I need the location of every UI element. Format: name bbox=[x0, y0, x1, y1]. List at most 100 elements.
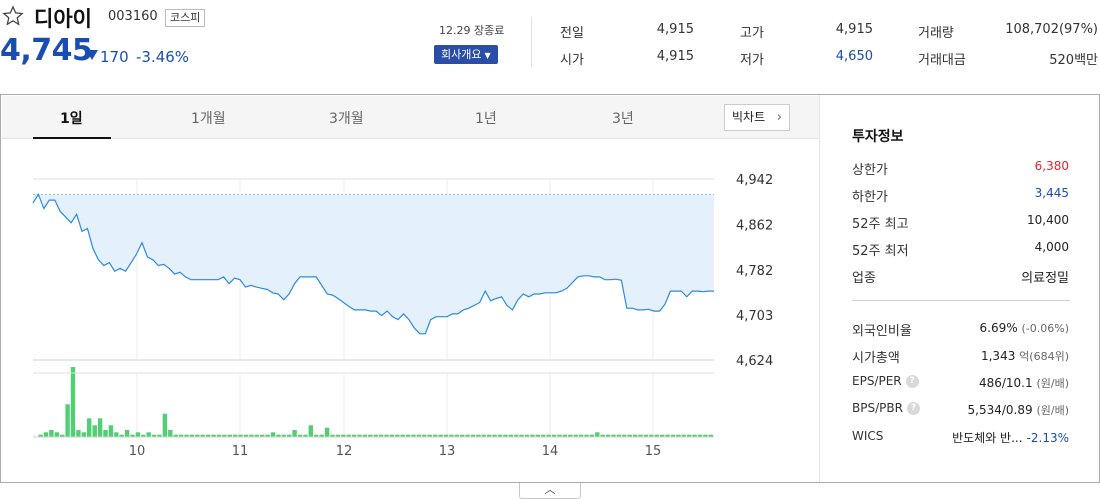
open-label: 시가 bbox=[560, 53, 584, 68]
divider bbox=[531, 17, 532, 67]
tab-3month[interactable]: 3개월 bbox=[329, 108, 364, 128]
star-icon[interactable] bbox=[2, 5, 24, 27]
stock-header: 디아이 003160 코스피 4,745 170 -3.46% 12.29 장종… bbox=[0, 0, 1100, 90]
chevron-up-icon: ︿ bbox=[544, 483, 556, 496]
chevron-right-icon: › bbox=[776, 110, 782, 125]
wics-value: 반도체와 반... -2.13% bbox=[952, 429, 1069, 446]
volume-bar bbox=[65, 404, 70, 437]
y-tick-label: 4,703 bbox=[736, 309, 773, 324]
volume-bar bbox=[162, 413, 168, 437]
foreign-ratio-change: (-0.06%) bbox=[1021, 322, 1070, 335]
foreign-ratio-value: 6.69% (-0.06%) bbox=[980, 321, 1069, 335]
x-tick-label: 15 bbox=[645, 444, 662, 459]
volume-bar bbox=[103, 430, 108, 437]
52w-low-label: 52주 최저 bbox=[852, 244, 909, 259]
volume-bar bbox=[81, 432, 86, 437]
high-label: 고가 bbox=[740, 26, 764, 41]
eps-per: 486/10.1 bbox=[978, 376, 1033, 390]
volume-bar bbox=[54, 432, 59, 437]
volume-bar bbox=[108, 425, 114, 437]
volume-bar bbox=[324, 427, 330, 437]
lower-limit-label: 하한가 bbox=[852, 190, 888, 205]
52w-high-value: 10,400 bbox=[1027, 213, 1069, 227]
volume-bar bbox=[97, 418, 103, 437]
divider bbox=[852, 300, 1070, 301]
big-chart-button[interactable]: 빅차트 › bbox=[724, 104, 790, 131]
y-tick-label: 4,862 bbox=[736, 219, 773, 234]
company-overview-label: 회사개요 bbox=[441, 48, 482, 61]
volume-bar bbox=[146, 432, 151, 437]
open-value: 4,915 bbox=[656, 49, 694, 64]
y-tick-label: 4,942 bbox=[736, 173, 773, 188]
market-cap-unit: 억(684위) bbox=[1019, 350, 1069, 363]
lower-limit-value: 3,445 bbox=[1034, 186, 1069, 200]
bps-pbr-value: 5,534/0.89 (원/배) bbox=[968, 402, 1069, 418]
bps-pbr-unit: (원/배) bbox=[1036, 404, 1069, 417]
market-status: 12.29 장종료 bbox=[439, 24, 505, 37]
eps-per-label: EPS/PER? bbox=[852, 374, 919, 388]
upper-limit-value: 6,380 bbox=[1034, 159, 1069, 173]
volume-bar bbox=[70, 367, 76, 437]
current-price: 4,745 bbox=[0, 33, 93, 68]
industry-value: 의료정밀 bbox=[1021, 271, 1069, 286]
volume-bar bbox=[595, 432, 600, 437]
prev-close-value: 4,915 bbox=[656, 22, 694, 37]
eps-per-label-text: EPS/PER bbox=[852, 374, 902, 388]
volume-bar bbox=[270, 432, 276, 437]
volume-label: 거래량 bbox=[918, 26, 954, 41]
volume-bar bbox=[43, 432, 49, 437]
company-overview-button[interactable]: 회사개요 ▼ bbox=[434, 45, 498, 64]
x-tick-label: 13 bbox=[439, 444, 456, 459]
x-tick-label: 11 bbox=[232, 444, 249, 459]
chart-panel: 1일 1개월 3개월 1년 3년 빅차트 › 4,942 4,862 4,782 4,7… bbox=[0, 94, 1100, 483]
volume-bar bbox=[92, 425, 97, 437]
market-cap-label: 시가총액 bbox=[852, 351, 900, 366]
stock-code: 003160 bbox=[108, 9, 158, 24]
eps-per-unit: (원/배) bbox=[1036, 377, 1069, 390]
period-tabs: 1일 1개월 3개월 1년 3년 빅차트 › bbox=[2, 96, 819, 139]
upper-limit-label: 상한가 bbox=[852, 163, 888, 178]
investment-info-title: 투자정보 bbox=[852, 129, 904, 145]
price-chart[interactable]: 4,942 4,862 4,782 4,703 4,624 10 11 12 13 14 15 bbox=[1, 139, 819, 482]
price-change: 170 bbox=[100, 48, 129, 66]
y-tick-label: 4,624 bbox=[736, 354, 773, 369]
collapse-button[interactable]: ︿ bbox=[519, 483, 581, 499]
52w-low-value: 4,000 bbox=[1034, 240, 1069, 254]
tab-1day[interactable]: 1일 bbox=[60, 108, 83, 128]
52w-high-label: 52주 최고 bbox=[852, 217, 909, 232]
x-tick-label: 12 bbox=[336, 444, 353, 459]
tab-1month[interactable]: 1개월 bbox=[191, 108, 226, 128]
volume-bar bbox=[292, 430, 297, 437]
tab-1year[interactable]: 1년 bbox=[475, 108, 497, 128]
volume-bar bbox=[124, 430, 130, 437]
tab-3year[interactable]: 3년 bbox=[612, 108, 634, 128]
investment-info-panel: 투자정보 상한가 6,380 하한가 3,445 52주 최고 10,400 5… bbox=[819, 95, 1099, 482]
low-value: 4,650 bbox=[835, 49, 873, 64]
volume-bar bbox=[135, 432, 141, 437]
market-cap: 1,343 bbox=[980, 349, 1016, 363]
down-triangle-icon bbox=[86, 50, 98, 60]
volume-bar bbox=[114, 432, 119, 437]
wics-sector[interactable]: 반도체와 반... bbox=[952, 431, 1022, 445]
volume-bar bbox=[308, 425, 313, 437]
wics-label: WICS bbox=[852, 429, 884, 443]
low-label: 저가 bbox=[740, 53, 764, 68]
bps-pbr-label: BPS/PBR? bbox=[852, 401, 920, 415]
foreign-ratio-label: 외국인비율 bbox=[852, 324, 912, 339]
foreign-ratio: 6.69% bbox=[979, 321, 1018, 335]
high-value: 4,915 bbox=[835, 22, 873, 37]
help-icon[interactable]: ? bbox=[906, 402, 920, 415]
volume-bar bbox=[168, 430, 173, 437]
help-icon[interactable]: ? bbox=[905, 375, 919, 388]
trade-value-value: 520백만 bbox=[1049, 53, 1098, 68]
prev-close-label: 전일 bbox=[560, 26, 584, 41]
wics-change: -2.13% bbox=[1026, 431, 1069, 445]
volume-value: 108,702(97%) bbox=[1005, 22, 1098, 37]
bps-pbr-label-text: BPS/PBR bbox=[852, 401, 903, 415]
price-area bbox=[33, 194, 714, 334]
x-tick-label: 14 bbox=[542, 444, 559, 459]
market-badge: 코스피 bbox=[165, 9, 206, 27]
x-tick-label: 10 bbox=[129, 444, 146, 459]
stock-name: 디아이 bbox=[34, 7, 92, 31]
caret-down-icon: ▼ bbox=[484, 51, 491, 60]
